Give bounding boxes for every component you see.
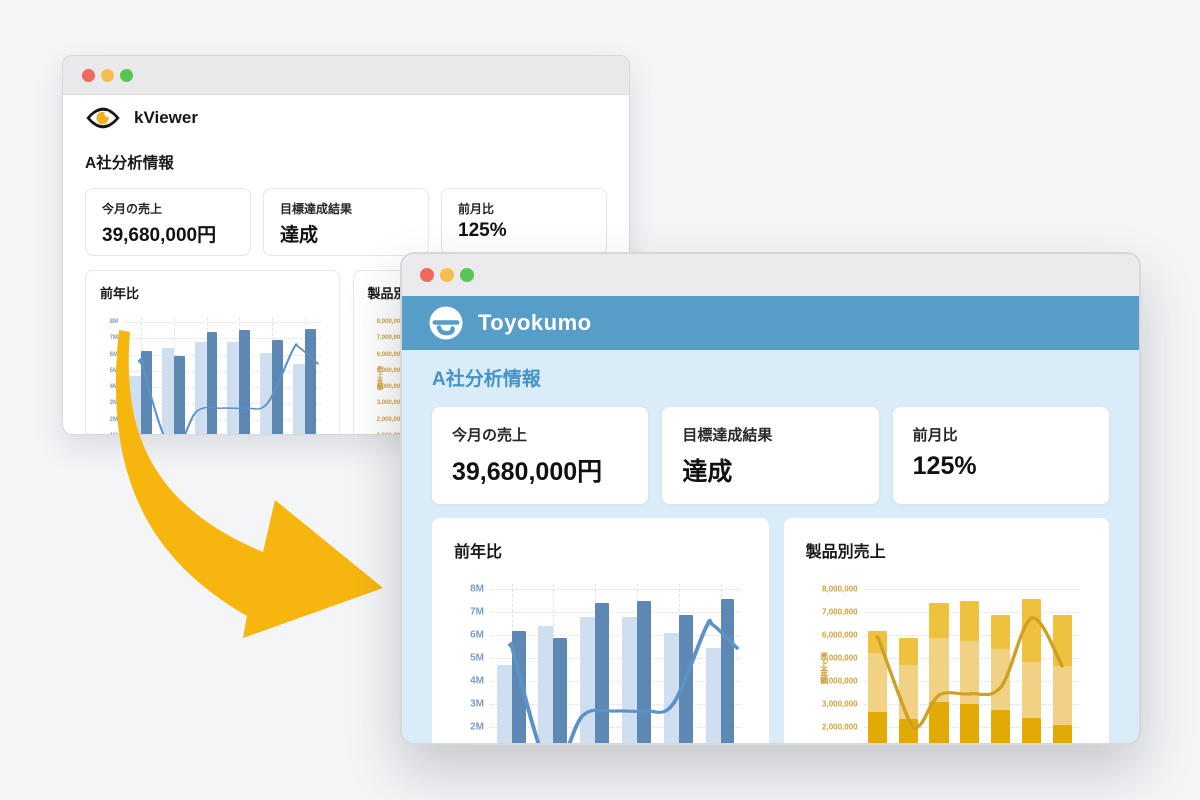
- toyokumo-window: Toyokumo A社分析情報 今月の売上 39,680,000円 目標達成結果…: [400, 252, 1141, 745]
- toyokumo-brand-name: Toyokumo: [478, 310, 592, 336]
- kpi-label: 今月の売上: [452, 424, 628, 445]
- close-button[interactable]: [420, 268, 434, 282]
- front-yoy-chart-card: 前年比 8M7M6M5M4M3M2M1M: [432, 518, 769, 745]
- axis-tick: 5M: [470, 653, 484, 664]
- kviewer-eye-icon: [85, 105, 121, 131]
- axis-tick: 1M: [110, 433, 118, 435]
- kpi-value: 達成: [682, 452, 858, 488]
- front-product-chart-card: 製品別売上 売上金額 8,000,0007,000,0006,000,0005,…: [784, 518, 1109, 745]
- kpi-value: 125%: [913, 452, 1089, 481]
- axis-tick: 2,000,000: [822, 723, 858, 732]
- toyokumo-content: A社分析情報 今月の売上 39,680,000円 目標達成結果 達成 前月比 1…: [402, 350, 1139, 745]
- toyokumo-cloud-icon: [428, 305, 464, 341]
- kpi-label: 前月比: [458, 200, 590, 217]
- maximize-button[interactable]: [120, 69, 133, 82]
- axis-tick: 3M: [110, 400, 118, 406]
- kviewer-titlebar: [63, 56, 629, 95]
- toyokumo-titlebar: [402, 254, 1139, 296]
- axis-tick: 6M: [470, 630, 484, 641]
- kpi-label: 目標達成結果: [280, 200, 412, 217]
- axis-tick: 6M: [110, 352, 118, 358]
- front-page-title: A社分析情報: [432, 364, 1109, 391]
- kpi-label: 目標達成結果: [682, 424, 858, 445]
- kpi-card-monthly-sales: 今月の売上 39,680,000円: [432, 407, 648, 504]
- chart-title: 前年比: [100, 283, 325, 302]
- kpi-value: 39,680,000円: [452, 452, 628, 488]
- back-yoy-chart-card: 前年比 8M7M6M5M4M3M2M1M: [85, 270, 340, 435]
- close-button[interactable]: [82, 69, 95, 82]
- axis-tick: 3M: [470, 699, 484, 710]
- kpi-card-mom-ratio: 前月比 125%: [441, 188, 607, 256]
- front-product-chart: 売上金額 8,000,0007,000,0006,000,0005,000,00…: [864, 578, 1079, 745]
- axis-tick: 2M: [110, 417, 118, 423]
- axis-tick: 8M: [110, 319, 118, 325]
- axis-tick: 7M: [470, 607, 484, 618]
- axis-tick: 8,000,000: [822, 585, 858, 594]
- axis-tick: 7,000,000: [822, 608, 858, 617]
- axis-tick: 4M: [470, 676, 484, 687]
- kpi-card-goal-result: 目標達成結果 達成: [263, 188, 429, 256]
- kpi-card-goal-result: 目標達成結果 達成: [662, 407, 878, 504]
- kpi-card-monthly-sales: 今月の売上 39,680,000円: [85, 188, 251, 256]
- kpi-value: 達成: [280, 220, 412, 247]
- minimize-button[interactable]: [440, 268, 454, 282]
- kpi-label: 前月比: [913, 424, 1089, 445]
- toyokumo-header: Toyokumo: [402, 296, 1139, 350]
- axis-tick: 5,000,000: [822, 654, 858, 663]
- kpi-label: 今月の売上: [102, 200, 234, 217]
- kviewer-app-name: kViewer: [134, 108, 198, 128]
- axis-tick: 3,000,000: [822, 700, 858, 709]
- front-yoy-chart: 8M7M6M5M4M3M2M1M: [490, 578, 741, 745]
- front-kpi-cards: 今月の売上 39,680,000円 目標達成結果 達成 前月比 125%: [432, 407, 1109, 504]
- back-yoy-chart: 8M7M6M5M4M3M2M1M: [124, 314, 321, 435]
- back-page-title: A社分析情報: [85, 151, 607, 173]
- maximize-button[interactable]: [460, 268, 474, 282]
- kpi-value: 125%: [458, 220, 590, 242]
- axis-tick: 4M: [110, 384, 118, 390]
- axis-tick: 2M: [470, 722, 484, 733]
- chart-title: 前年比: [454, 538, 747, 562]
- axis-tick: 8M: [470, 584, 484, 595]
- axis-tick: 4,000,000: [822, 677, 858, 686]
- chart-title: 製品別売上: [806, 538, 1087, 562]
- axis-tick: 7M: [110, 335, 118, 341]
- axis-tick: 5M: [110, 368, 118, 374]
- kpi-card-mom-ratio: 前月比 125%: [893, 407, 1109, 504]
- kpi-value: 39,680,000円: [102, 220, 234, 247]
- axis-tick: 6,000,000: [822, 631, 858, 640]
- minimize-button[interactable]: [101, 69, 114, 82]
- back-kpi-cards: 今月の売上 39,680,000円 目標達成結果 達成 前月比 125%: [85, 188, 607, 256]
